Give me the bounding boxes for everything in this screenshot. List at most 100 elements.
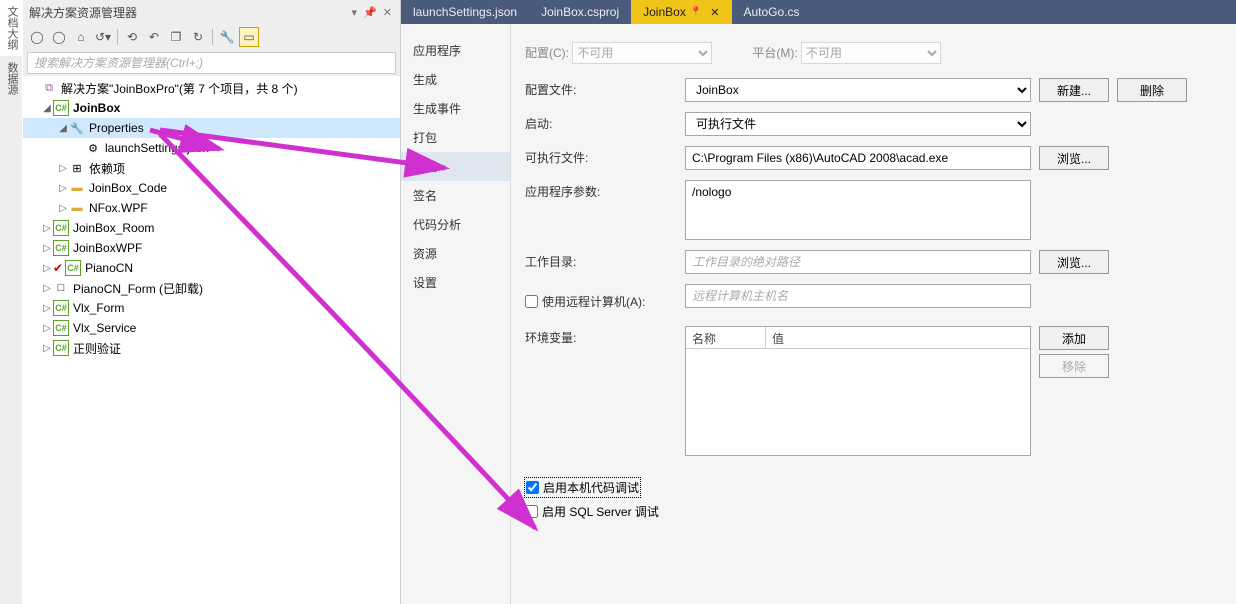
left-tab-outline[interactable]: 文档大纲 bbox=[0, 0, 22, 56]
args-textarea[interactable]: /nologo bbox=[685, 180, 1031, 240]
project-regex[interactable]: ▷C# 正则验证 bbox=[23, 338, 400, 358]
exe-input[interactable] bbox=[685, 146, 1031, 170]
folder-icon: ▬ bbox=[69, 180, 85, 196]
project-pianocn[interactable]: ▷✔C# PianoCN bbox=[23, 258, 400, 278]
project-vlxservice[interactable]: ▷C# Vlx_Service bbox=[23, 318, 400, 338]
tab-csproj[interactable]: JoinBox.csproj bbox=[529, 0, 631, 24]
caret-icon[interactable]: ▷ bbox=[41, 303, 53, 314]
close-icon[interactable]: ✕ bbox=[381, 6, 394, 19]
sb-buildevents[interactable]: 生成事件 bbox=[401, 94, 510, 123]
project-pianocn-form[interactable]: ▷□ PianoCN_Form (已卸载) bbox=[23, 278, 400, 298]
caret-icon[interactable]: ◢ bbox=[57, 123, 69, 134]
csproj-icon: C# bbox=[53, 100, 69, 116]
native-debug-checkbox[interactable] bbox=[526, 481, 539, 494]
scope-icon[interactable]: ⟲ bbox=[122, 27, 142, 47]
left-tab-strip: 文档大纲 数据源 bbox=[0, 0, 22, 604]
args-label: 应用程序参数: bbox=[525, 180, 685, 200]
sb-build[interactable]: 生成 bbox=[401, 65, 510, 94]
sync-icon[interactable]: ↺▾ bbox=[93, 27, 113, 47]
folder-label: NFox.WPF bbox=[89, 201, 148, 215]
wrench-icon: 🔧 bbox=[69, 120, 85, 136]
new-profile-button[interactable]: 新建... bbox=[1039, 78, 1109, 102]
close-icon[interactable]: ✕ bbox=[710, 6, 719, 19]
debug-panel: 配置(C): 不可用 平台(M): 不可用 配置文件: JoinBox 新建..… bbox=[511, 24, 1236, 604]
caret-icon[interactable]: ◢ bbox=[41, 103, 53, 114]
caret-icon[interactable]: ▷ bbox=[41, 343, 53, 354]
launchsettings-node[interactable]: ⚙ launchSettings.json bbox=[23, 138, 400, 158]
refresh-icon[interactable]: ↻ bbox=[188, 27, 208, 47]
remote-check-row[interactable]: 使用远程计算机(A): bbox=[525, 293, 685, 310]
wrench-icon[interactable]: 🔧 bbox=[217, 27, 237, 47]
solution-node[interactable]: ⧉ 解决方案"JoinBoxPro"(第 7 个项目，共 8 个) bbox=[23, 78, 400, 98]
env-col-name: 名称 bbox=[686, 327, 766, 348]
platform-select: 不可用 bbox=[801, 42, 941, 64]
showall-icon[interactable]: ↶ bbox=[144, 27, 164, 47]
tab-joinbox[interactable]: JoinBox📍✕ bbox=[631, 0, 731, 24]
env-add-button[interactable]: 添加 bbox=[1039, 326, 1109, 350]
delete-profile-button[interactable]: 删除 bbox=[1117, 78, 1187, 102]
csproj-icon: C# bbox=[53, 340, 69, 356]
tab-autogo[interactable]: AutoGo.cs bbox=[732, 0, 812, 24]
sb-settings[interactable]: 设置 bbox=[401, 268, 510, 297]
explorer-search bbox=[23, 50, 400, 76]
project-label: Vlx_Service bbox=[73, 321, 136, 335]
sql-debug-checkbox[interactable] bbox=[525, 505, 538, 518]
sb-application[interactable]: 应用程序 bbox=[401, 36, 510, 65]
explorer-toolbar: ◯ ◯ ⌂ ↺▾ ⟲ ↶ ❐ ↻ 🔧 ▭ bbox=[23, 24, 400, 50]
csproj-icon: C# bbox=[65, 260, 81, 276]
sb-debug[interactable]: 调试 bbox=[401, 152, 510, 181]
config-label: 配置(C): bbox=[525, 46, 569, 60]
preview-icon[interactable]: ▭ bbox=[239, 27, 259, 47]
browse-exe-button[interactable]: 浏览... bbox=[1039, 146, 1109, 170]
caret-icon[interactable]: ▷ bbox=[41, 263, 53, 274]
solution-tree: ⧉ 解决方案"JoinBoxPro"(第 7 个项目，共 8 个) ◢C# Jo… bbox=[23, 76, 400, 604]
platform-label: 平台(M): bbox=[752, 46, 797, 60]
sb-resources[interactable]: 资源 bbox=[401, 239, 510, 268]
env-remove-button: 移除 bbox=[1039, 354, 1109, 378]
profile-select[interactable]: JoinBox bbox=[685, 78, 1031, 102]
properties-page: 应用程序 生成 生成事件 打包 调试 签名 代码分析 资源 设置 配置(C): … bbox=[401, 24, 1236, 604]
caret-icon[interactable]: ▷ bbox=[41, 223, 53, 234]
sb-codeanalysis[interactable]: 代码分析 bbox=[401, 210, 510, 239]
dependencies-node[interactable]: ▷⊞ 依赖项 bbox=[23, 158, 400, 178]
profile-label: 配置文件: bbox=[525, 78, 685, 98]
back-icon[interactable]: ◯ bbox=[27, 27, 47, 47]
caret-icon[interactable]: ▷ bbox=[57, 183, 69, 194]
tab-launchsettings[interactable]: launchSettings.json bbox=[401, 0, 529, 24]
caret-icon[interactable]: ▷ bbox=[41, 283, 53, 294]
caret-icon[interactable]: ▷ bbox=[41, 323, 53, 334]
caret-icon[interactable]: ▷ bbox=[57, 163, 69, 174]
sb-sign[interactable]: 签名 bbox=[401, 181, 510, 210]
pin-icon[interactable]: 📍 bbox=[690, 7, 702, 18]
project-label: JoinBoxWPF bbox=[73, 241, 142, 255]
project-wpf[interactable]: ▷C# JoinBoxWPF bbox=[23, 238, 400, 258]
sql-debug-row[interactable]: 启用 SQL Server 调试 bbox=[525, 503, 1222, 520]
launch-label: 启动: bbox=[525, 112, 685, 132]
workdir-input[interactable] bbox=[685, 250, 1031, 274]
csproj-icon: C# bbox=[53, 320, 69, 336]
caret-icon[interactable]: ▷ bbox=[41, 243, 53, 254]
home-icon[interactable]: ⌂ bbox=[71, 27, 91, 47]
left-tab-datasource[interactable]: 数据源 bbox=[0, 56, 22, 101]
dropdown-icon[interactable]: ▾ bbox=[350, 6, 360, 19]
properties-node[interactable]: ◢🔧 Properties bbox=[23, 118, 400, 138]
fwd-icon[interactable]: ◯ bbox=[49, 27, 69, 47]
copy-icon[interactable]: ❐ bbox=[166, 27, 186, 47]
properties-label: Properties bbox=[89, 121, 144, 135]
project-room[interactable]: ▷C# JoinBox_Room bbox=[23, 218, 400, 238]
caret-icon[interactable]: ▷ bbox=[57, 203, 69, 214]
sb-package[interactable]: 打包 bbox=[401, 123, 510, 152]
pin-icon[interactable]: 📌 bbox=[361, 6, 379, 19]
env-grid[interactable]: 名称值 bbox=[685, 326, 1031, 456]
csproj-icon: C# bbox=[53, 240, 69, 256]
folder-nfox[interactable]: ▷▬ NFox.WPF bbox=[23, 198, 400, 218]
native-debug-row[interactable]: 启用本机代码调试 bbox=[525, 478, 640, 497]
remote-checkbox[interactable] bbox=[525, 295, 538, 308]
project-label: PianoCN bbox=[85, 261, 133, 275]
launch-select[interactable]: 可执行文件 bbox=[685, 112, 1031, 136]
project-joinbox[interactable]: ◢C# JoinBox bbox=[23, 98, 400, 118]
search-input[interactable] bbox=[27, 52, 396, 74]
folder-code[interactable]: ▷▬ JoinBox_Code bbox=[23, 178, 400, 198]
browse-workdir-button[interactable]: 浏览... bbox=[1039, 250, 1109, 274]
project-vlxform[interactable]: ▷C# Vlx_Form bbox=[23, 298, 400, 318]
